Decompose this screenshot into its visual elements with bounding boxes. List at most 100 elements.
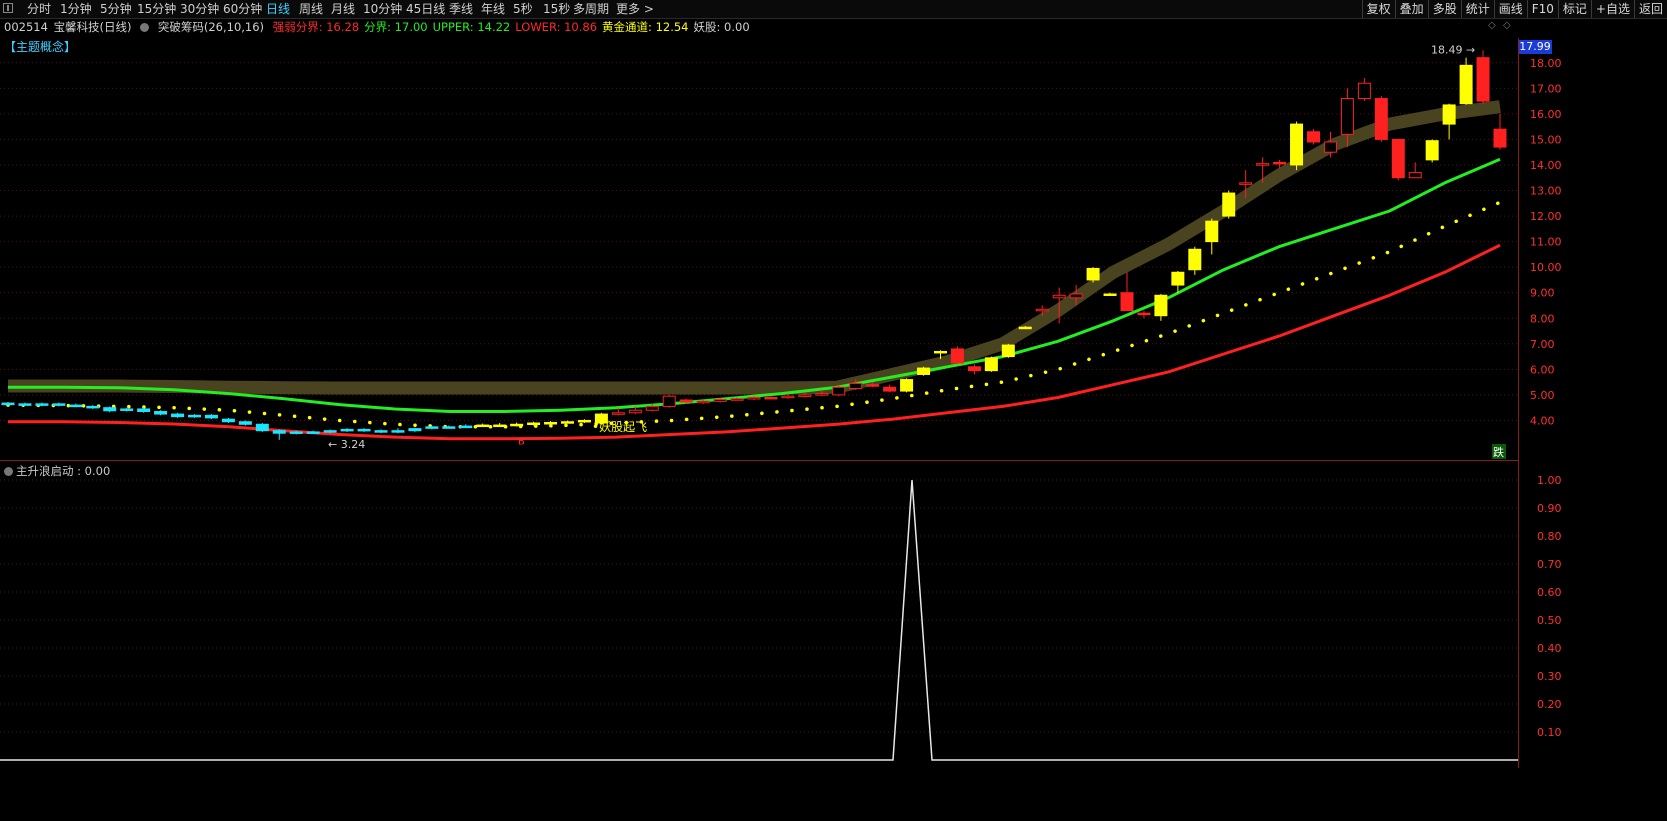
toolbar-button-1[interactable]: 叠加 — [1394, 0, 1428, 18]
candle-body — [1069, 293, 1083, 299]
period-tab-8[interactable]: 月线 — [331, 1, 355, 17]
candle-body — [323, 430, 337, 433]
period-tab-4[interactable]: 30分钟 — [180, 1, 219, 17]
candle — [340, 428, 354, 432]
candle-body — [425, 426, 439, 429]
y-tick-label: 16.00 — [1530, 108, 1562, 121]
candle-body — [1154, 294, 1168, 317]
candle — [883, 384, 897, 393]
candle-body — [662, 395, 676, 407]
toolbar-button-3[interactable]: 统计 — [1460, 0, 1494, 18]
period-tab-11[interactable]: 季线 — [449, 1, 473, 17]
lower-y-tick-label: 0.10 — [1537, 726, 1562, 739]
indicator-values: 强弱分界: 16.28 分界: 17.00 UPPER: 14.22 LOWER: 1… — [273, 20, 755, 34]
candle-body — [18, 403, 32, 406]
candle-body — [527, 422, 541, 426]
candle — [1188, 246, 1202, 275]
y-tick-label: 18.00 — [1530, 57, 1562, 70]
candle — [527, 421, 541, 426]
candle-body — [391, 430, 405, 433]
candle-body — [1357, 82, 1371, 100]
period-tab-12[interactable]: 年线 — [481, 1, 505, 17]
candle — [1120, 272, 1134, 312]
lower-y-tick-label: 0.60 — [1537, 586, 1562, 599]
period-tab-13[interactable]: 5秒 — [513, 1, 533, 17]
period-tab-3[interactable]: 15分钟 — [137, 1, 176, 17]
candle — [255, 423, 269, 432]
candle-body — [1120, 292, 1134, 312]
toolbar-button-5[interactable]: F10 — [1526, 0, 1558, 18]
period-tab-16[interactable]: 更多 > — [616, 1, 654, 17]
candle-body — [35, 403, 49, 406]
candle-body — [1035, 308, 1049, 312]
candle-body — [984, 357, 998, 372]
period-tab-1[interactable]: 1分钟 — [60, 1, 92, 17]
main-wave-series-line — [0, 479, 1518, 761]
candle — [204, 414, 218, 420]
candle — [544, 420, 558, 425]
candle-body — [696, 400, 710, 404]
candle-body — [86, 405, 100, 409]
lower-y-tick-label: 0.90 — [1537, 502, 1562, 515]
candle — [357, 428, 371, 432]
lower-y-tick-label: 0.70 — [1537, 558, 1562, 571]
period-tab-10[interactable]: 45日线 — [406, 1, 445, 17]
pane-separator[interactable] — [0, 460, 1518, 461]
period-tab-14[interactable]: 15秒 — [543, 1, 570, 17]
period-tab-0[interactable]: 分时 — [27, 1, 51, 17]
candle-body — [849, 382, 863, 390]
expand-diamond-icon[interactable]: ◇ — [1488, 20, 1496, 31]
candle-body — [1086, 267, 1100, 281]
candle — [374, 429, 388, 434]
period-tab-2[interactable]: 5分钟 — [100, 1, 132, 17]
period-tab-7[interactable]: 周线 — [299, 1, 323, 17]
candle-body — [917, 367, 931, 375]
period-tab-15[interactable]: 多周期 — [573, 1, 609, 17]
collapse-diamond-icon[interactable]: ◇ — [1503, 20, 1511, 31]
candle-body — [1408, 172, 1422, 179]
candle-body — [544, 421, 558, 425]
candle — [188, 414, 201, 418]
candle — [69, 403, 83, 408]
candle — [323, 429, 337, 434]
indicator-field-4: 黄金通道: 12.54 — [602, 20, 689, 34]
period-tab-9[interactable]: 10分钟 — [363, 1, 402, 17]
yaogu-signal-label: •妖股起飞 — [592, 420, 647, 434]
candle — [1307, 129, 1320, 145]
indicator-field-0: 强弱分界: 16.28 — [272, 20, 360, 34]
window-icon[interactable] — [3, 3, 13, 13]
toolbar-button-0[interactable]: 复权 — [1361, 0, 1395, 18]
candle-body — [154, 411, 168, 415]
candle-body — [1425, 140, 1439, 161]
candle-body — [967, 366, 981, 372]
kline-chart[interactable]: 4.00 5.00 6.00 7.00 8.00 9.00 10.00 11.00 12.00 1… — [0, 38, 1667, 460]
toolbar-button-4[interactable]: 画线 — [1493, 0, 1527, 18]
toolbar-button-7[interactable]: +自选 — [1590, 0, 1634, 18]
lower-y-tick-label: 0.80 — [1537, 530, 1562, 543]
candle-body — [255, 423, 269, 432]
indicator-menu-icon[interactable] — [140, 23, 150, 32]
toolbar-right-buttons: 复权 叠加 多股 统计 画线 F10 标记 +自选 返回 — [1361, 0, 1667, 18]
candle-body — [459, 425, 473, 429]
stock-code: 002514 — [4, 20, 48, 34]
series-line-LOWER — [8, 243, 1501, 441]
candle — [764, 396, 778, 400]
toolbar-button-8[interactable]: 返回 — [1633, 0, 1667, 18]
candle — [1459, 57, 1473, 105]
candle-body — [1137, 312, 1151, 316]
candle — [391, 428, 405, 434]
candle — [238, 420, 252, 426]
period-tab-5[interactable]: 60分钟 — [223, 1, 262, 17]
main-wave-indicator-chart[interactable]: 0.10 0.20 0.30 0.40 0.50 0.60 0.70 0.80 0.90 1.00 — [0, 462, 1667, 762]
indicator-name[interactable]: 突破筹码(26,10,16) — [158, 20, 264, 34]
candle-body — [645, 405, 659, 411]
buy-marker: B — [518, 436, 525, 447]
period-tab-6[interactable]: 日线 — [266, 1, 290, 17]
candle — [459, 424, 473, 429]
candle-body — [1442, 104, 1456, 125]
lower-y-tick-label: 0.50 — [1537, 614, 1562, 627]
candle — [561, 420, 574, 424]
candle-body — [204, 414, 218, 419]
toolbar-button-6[interactable]: 标记 — [1557, 0, 1591, 18]
toolbar-button-2[interactable]: 多股 — [1427, 0, 1461, 18]
